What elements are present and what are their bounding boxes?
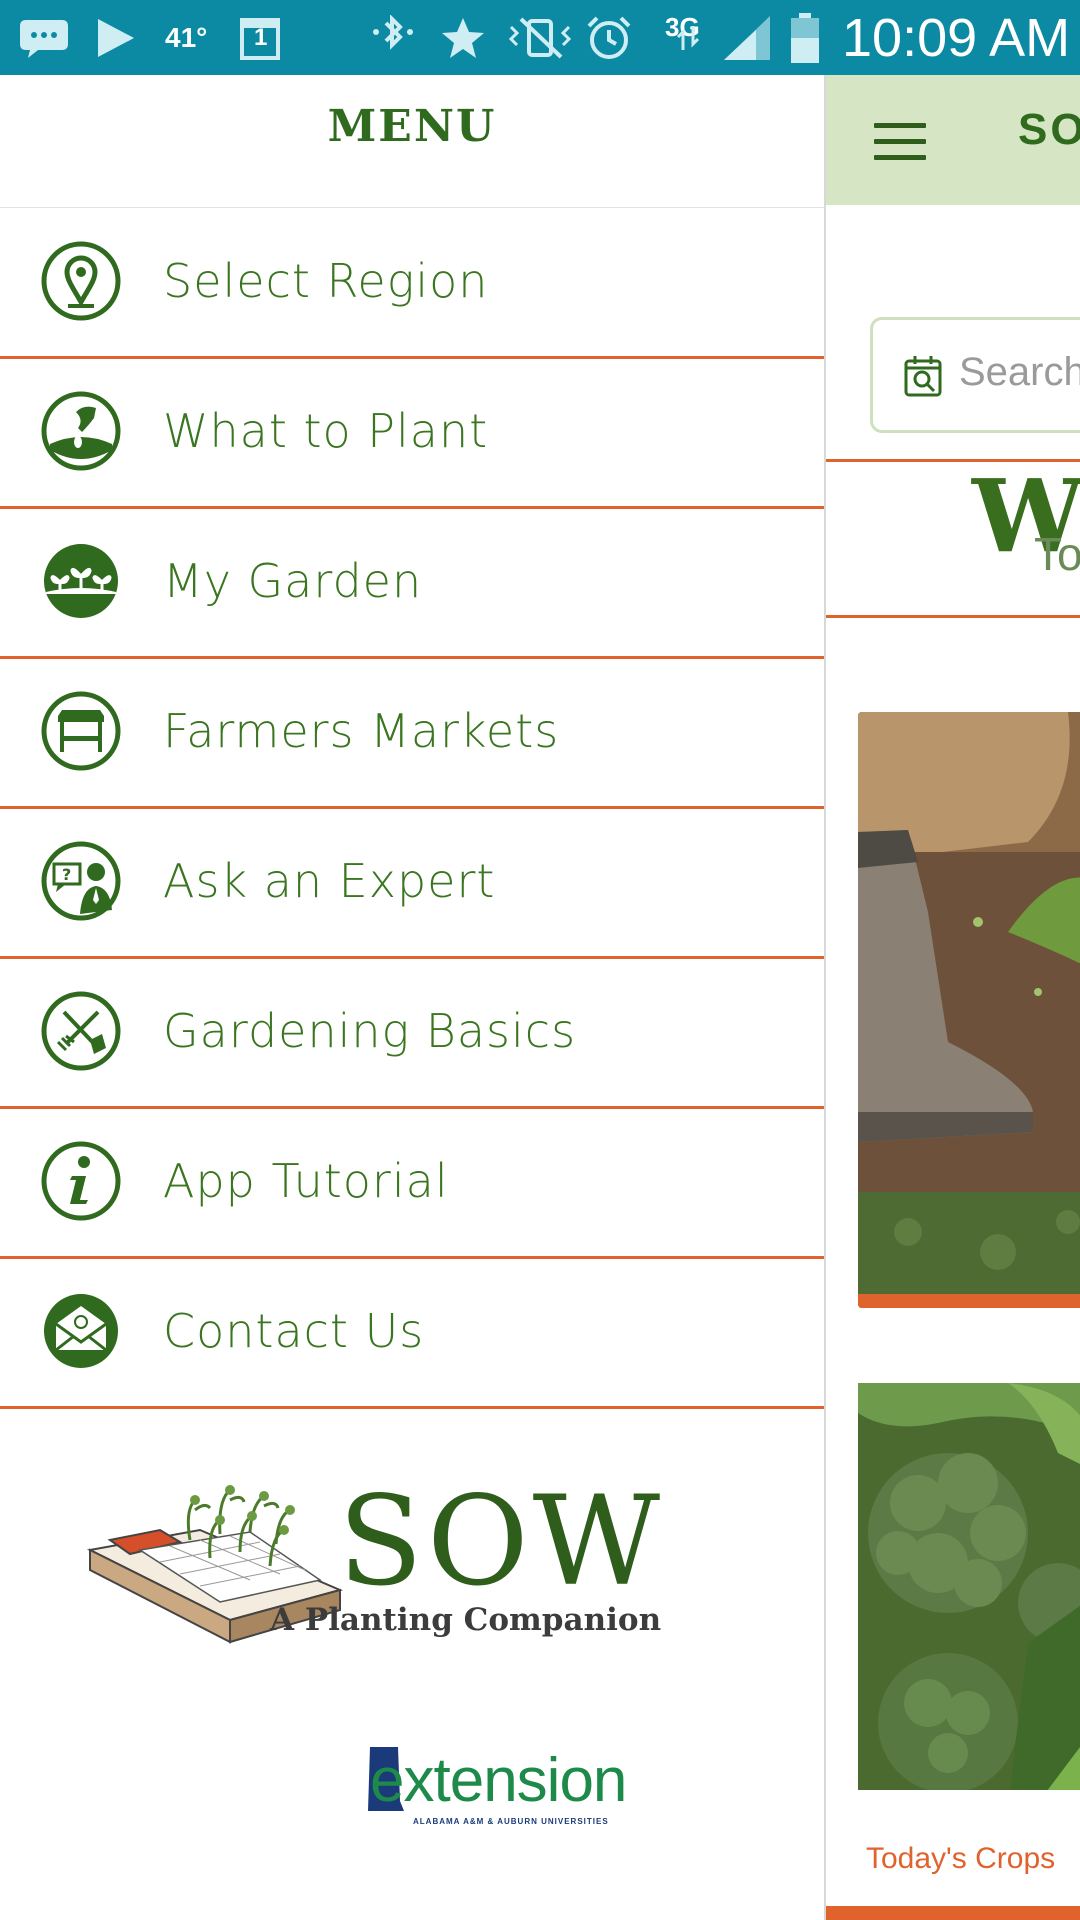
section-subheading: To	[1034, 528, 1080, 580]
main-content: SO Wh To	[824, 75, 1080, 1920]
hamburger-menu-icon[interactable]	[874, 123, 926, 163]
app-title: SO	[1018, 105, 1080, 154]
vibrate-mute-icon	[505, 0, 575, 75]
location-pin-icon	[40, 240, 122, 322]
bluetooth-icon	[368, 0, 418, 75]
gardener-boot-photo	[858, 712, 1080, 1308]
planting-book-illustration	[86, 1485, 344, 1644]
tab-todays-crops[interactable]: Today's Crops	[866, 1842, 1055, 1876]
expert-question-icon: ?	[40, 840, 122, 922]
menu-item-app-tutorial[interactable]: App Tutorial	[0, 1108, 824, 1259]
data-arrows-icon	[675, 18, 701, 58]
calendar-day: 1	[254, 23, 268, 51]
logo-tagline: A Planting Companion	[270, 1602, 662, 1638]
menu-item-what-to-plant[interactable]: What to Plant	[0, 358, 824, 509]
crop-card-photo[interactable]	[858, 1383, 1080, 1803]
bottom-navigation: Today's Crops	[826, 1790, 1080, 1920]
info-icon	[40, 1140, 122, 1222]
menu-item-label: Contact Us	[163, 1304, 425, 1358]
play-store-icon	[96, 0, 136, 75]
menu-item-label: What to Plant	[163, 404, 489, 458]
menu-item-farmers-markets[interactable]: Farmers Markets	[0, 658, 824, 809]
menu-item-label: App Tutorial	[163, 1154, 449, 1208]
menu-item-label: My Garden	[163, 554, 423, 608]
calendar-search-icon	[903, 354, 943, 398]
star-icon	[440, 0, 486, 75]
menu-item-my-garden[interactable]: My Garden	[0, 508, 824, 659]
temperature: 41°	[165, 21, 208, 53]
card-accent-bar	[858, 1294, 1080, 1308]
broccoli-photo	[858, 1383, 1080, 1803]
drawer-header: MENU	[0, 75, 824, 208]
search-section	[826, 205, 1080, 462]
market-tent-icon	[40, 690, 122, 772]
alarm-icon	[585, 0, 633, 75]
app-header: SO	[826, 75, 1080, 205]
logo-title: SOW	[338, 1470, 665, 1614]
sow-logo: SOW A Planting Companion	[80, 1470, 661, 1670]
mail-icon	[40, 1290, 122, 1372]
status-bar: 41° 1 3G 10:09 AM	[0, 0, 1080, 75]
menu-item-ask-an-expert[interactable]: ? Ask an Expert	[0, 808, 824, 959]
search-input[interactable]	[959, 342, 1080, 402]
menu-item-select-region[interactable]: Select Region	[0, 208, 824, 359]
menu-item-label: Ask an Expert	[163, 854, 496, 908]
svg-text:?: ?	[62, 865, 71, 884]
menu-item-gardening-basics[interactable]: Gardening Basics	[0, 958, 824, 1109]
clock: 10:09 AM	[842, 7, 1071, 68]
menu-item-contact-us[interactable]: Contact Us	[0, 1258, 824, 1409]
extension-subtitle: ALABAMA A&M & AUBURN UNIVERSITIES	[413, 1817, 609, 1826]
crop-card-photo[interactable]	[858, 712, 1080, 1308]
menu-item-label: Select Region	[163, 254, 489, 308]
extension-wordmark: extension	[370, 1746, 627, 1815]
menu-item-label: Gardening Basics	[163, 1004, 577, 1058]
section-divider	[826, 615, 1080, 618]
extension-logo: extension ALABAMA A&M & AUBURN UNIVERSIT…	[368, 1745, 670, 1835]
menu-item-label: Farmers Markets	[163, 704, 560, 758]
garden-tools-icon	[40, 990, 122, 1072]
navigation-drawer: MENU Select Region What to Plant My Gard…	[0, 75, 824, 1920]
plant-seed-icon	[40, 390, 122, 472]
bottom-accent-bar	[826, 1906, 1080, 1920]
seedlings-icon	[40, 540, 122, 622]
menu-title: MENU	[327, 101, 497, 152]
signal-icon	[722, 0, 772, 75]
search-box[interactable]	[870, 317, 1080, 433]
battery-icon	[790, 0, 820, 75]
message-notification-icon	[18, 0, 70, 75]
